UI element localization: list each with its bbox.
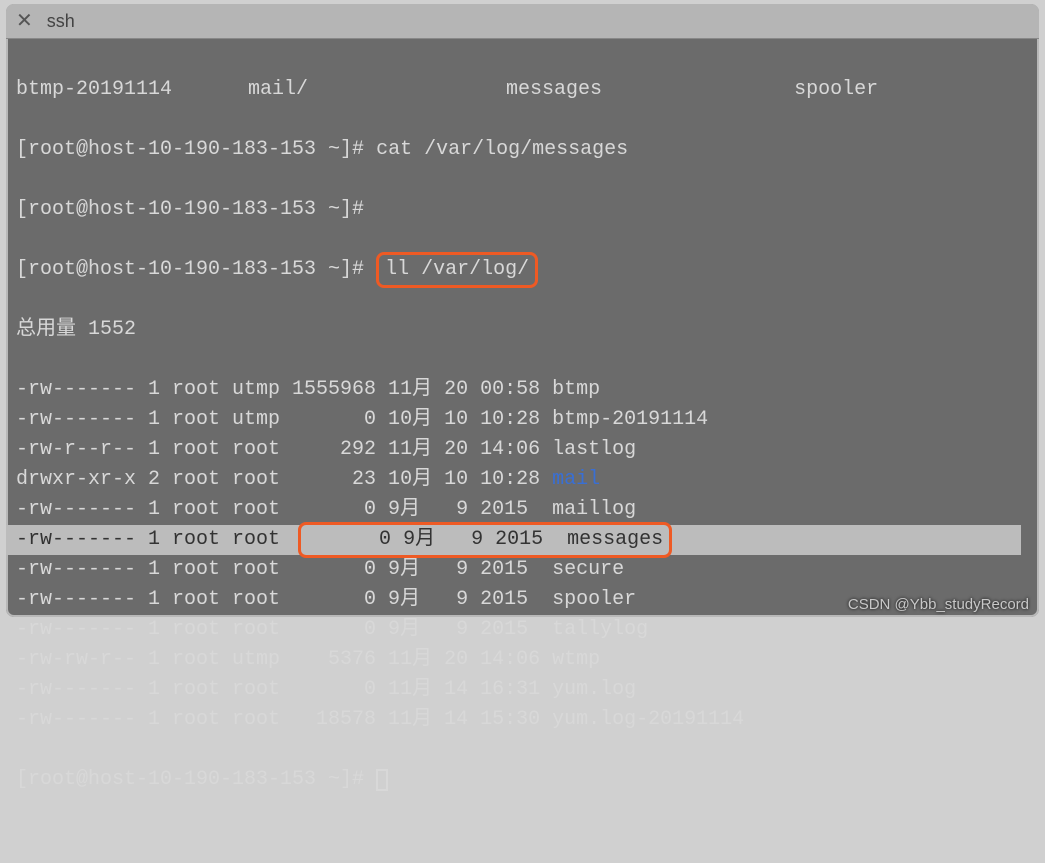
prompt-line-empty: [root@host-10-190-183-153 ~]#: [16, 195, 1031, 225]
watermark: CSDN @Ybb_studyRecord: [848, 596, 1029, 613]
terminal-output[interactable]: btmp-20191114mail/messagesspoolerwtmp [r…: [6, 39, 1039, 863]
highlight-file-info: 0 9月 9 2015 messages: [298, 522, 672, 558]
list-row: -rw------- 1 root root 18578 11月 14 15:3…: [16, 705, 1031, 735]
highlight-command: ll /var/log/: [376, 252, 538, 288]
list-row: -rw------- 1 root root 0 11月 14 16:31 yu…: [16, 675, 1031, 705]
dir-name: mail: [552, 468, 600, 491]
list-row: -rw------- 1 root utmp 1555968 11月 20 00…: [16, 375, 1031, 405]
prompt-line-ll: [root@host-10-190-183-153 ~]# ll /var/lo…: [16, 255, 1031, 285]
close-icon[interactable]: ✕: [16, 8, 33, 34]
list-row: -rw------- 1 root utmp 0 10月 10 10:28 bt…: [16, 405, 1031, 435]
list-row: -rw------- 1 root root 0 9月 9 2015 maill…: [16, 495, 1031, 525]
list-row: drwxr-xr-x 2 root root 23 10月 10 10:28 m…: [16, 465, 1031, 495]
list-row-highlighted: -rw------- 1 root root 0 9月 9 2015 messa…: [6, 525, 1021, 555]
terminal-window: ✕ ssh btmp-20191114mail/messagesspoolerw…: [6, 4, 1039, 617]
list-row: -rw------- 1 root root 0 9月 9 2015 secur…: [16, 555, 1031, 585]
prompt-line-cat: [root@host-10-190-183-153 ~]# cat /var/l…: [16, 135, 1031, 165]
list-row: -rw------- 1 root root 0 9月 9 2015 tally…: [16, 615, 1031, 645]
list-row: -rw-rw-r-- 1 root utmp 5376 11月 20 14:06…: [16, 645, 1031, 675]
cursor-icon: [376, 769, 388, 791]
list-row: -rw-r--r-- 1 root root 292 11月 20 14:06 …: [16, 435, 1031, 465]
window-title: ssh: [47, 11, 75, 32]
titlebar[interactable]: ✕ ssh: [6, 4, 1039, 39]
total-line: 总用量 1552: [16, 315, 1031, 345]
prompt-line-cursor[interactable]: [root@host-10-190-183-153 ~]#: [16, 765, 1031, 795]
ls-header-row: btmp-20191114mail/messagesspoolerwtmp: [16, 75, 1031, 105]
